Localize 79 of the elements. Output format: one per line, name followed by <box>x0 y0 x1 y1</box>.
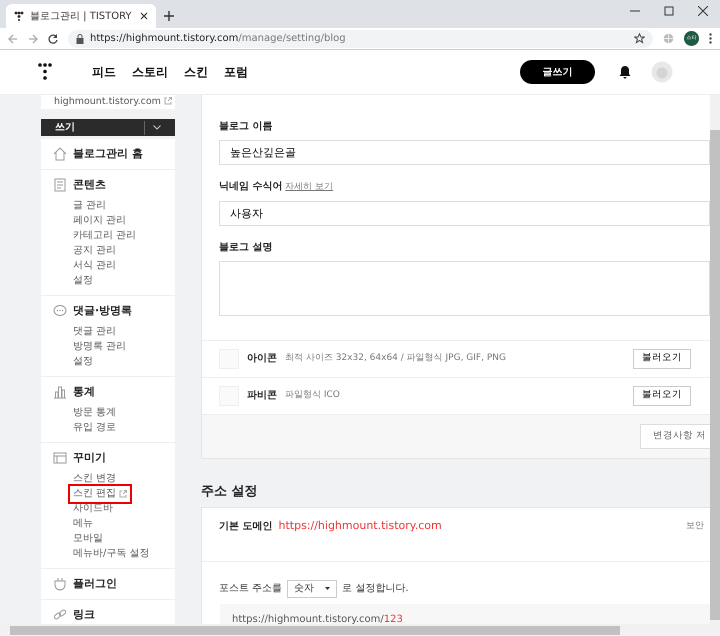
menu-item[interactable]: 댓글 관리 <box>71 325 118 340</box>
upload-hint: 파일형식 ICO <box>285 388 340 402</box>
bell-icon[interactable] <box>619 65 631 79</box>
menu-item[interactable]: 스킨 변경 <box>71 472 118 486</box>
format-select[interactable]: 숫자 <box>287 580 338 598</box>
menu-item[interactable]: 공지 관리 <box>71 244 118 258</box>
link-icon <box>53 608 67 622</box>
nav-link[interactable]: 피드 <box>92 63 116 81</box>
load-button[interactable]: 불러오기 <box>633 348 691 368</box>
post-address-label: 포스트 주소를 <box>219 582 282 596</box>
field-label: 닉네임 수식어 <box>219 181 282 192</box>
text-field[interactable]: 높은산깊은골 <box>219 140 710 165</box>
menu-item[interactable]: 글 관리 <box>71 199 108 214</box>
tab-title: 블로그관리 | TISTORY <box>30 10 133 24</box>
browser-tab[interactable]: 블로그관리 | TISTORY <box>6 4 156 28</box>
logo-icon[interactable] <box>38 63 52 81</box>
text-field[interactable]: 사용자 <box>219 200 710 226</box>
post-address-suffix: 로 설정합니다. <box>342 582 409 596</box>
new-tab-icon[interactable] <box>164 11 174 21</box>
menu-item[interactable]: 카테고리 관리 <box>71 229 138 244</box>
nav-link[interactable]: 스킨 <box>184 63 208 81</box>
example-url: https://highmount.tistory.com/123 <box>220 604 710 624</box>
menu-item[interactable]: 서식 관리 <box>71 259 118 274</box>
menu-item[interactable]: 메뉴바/구독 설정 <box>71 547 152 562</box>
menu-item[interactable]: 페이지 관리 <box>71 214 128 228</box>
plug-icon <box>53 577 67 592</box>
address-bar[interactable]: https://highmount.tistory.com/manage/setting/blog <box>68 30 653 48</box>
horizontal-scrollbar[interactable] <box>0 624 720 636</box>
speech-bubble-icon <box>53 304 67 318</box>
caret-icon <box>153 125 161 130</box>
vertical-scrollbar[interactable] <box>710 95 720 624</box>
menu-section-title[interactable]: 콘텐츠 <box>73 177 106 194</box>
field-label: 기본 도메인 <box>219 520 272 534</box>
upload-hint: 최적 사이즈 32x32, 64x64 / 파일형식 JPG, GIF, PNG <box>285 352 506 365</box>
menu-icon[interactable] <box>709 33 712 44</box>
field-label: 블로그 이름 <box>219 121 272 132</box>
upload-label: 파비콘 <box>247 389 277 403</box>
load-button[interactable]: 불러오기 <box>633 386 691 406</box>
security-text: 보안 <box>686 520 704 532</box>
menu-section-title[interactable]: 댓글·방명록 <box>73 303 132 320</box>
write-dropdown-button[interactable]: 쓰기 <box>41 119 175 136</box>
menu-item[interactable]: 모바일 <box>71 532 105 546</box>
menu-item[interactable]: 설정 <box>71 355 95 370</box>
detail-link[interactable]: 자세히 보기 <box>285 182 334 192</box>
write-button[interactable]: 글쓰기 <box>520 60 595 84</box>
menu-item[interactable]: 방명록 관리 <box>71 340 128 354</box>
layout-icon <box>53 451 67 466</box>
maximize-icon[interactable] <box>664 6 674 16</box>
url-text: https://highmount.tistory.com/manage/setting/blog <box>90 32 347 46</box>
close-icon[interactable] <box>698 6 708 16</box>
external-link-icon <box>119 490 128 498</box>
menu-section-title[interactable]: 플러그인 <box>73 576 117 592</box>
nav-link[interactable]: 스토리 <box>132 63 168 81</box>
menu-item[interactable]: 설정 <box>71 274 95 288</box>
menu-section-title[interactable]: 통계 <box>73 384 95 400</box>
lock-icon <box>76 34 84 44</box>
bar-chart-icon <box>53 385 67 400</box>
menu-section-title[interactable]: 블로그관리 홈 <box>73 146 143 162</box>
menu-item[interactable]: 메뉴 <box>71 517 95 532</box>
home-icon <box>53 147 67 162</box>
menu-section-title[interactable]: 꾸미기 <box>73 450 106 466</box>
reload-icon[interactable] <box>48 34 58 44</box>
save-button[interactable]: 변경사항 저 <box>640 424 710 448</box>
star-icon[interactable] <box>634 33 645 44</box>
document-icon <box>53 178 67 192</box>
menu-item[interactable]: 스킨 편집 <box>71 487 130 502</box>
close-icon[interactable] <box>140 12 148 20</box>
blog-url[interactable]: highmount.tistory.com <box>54 96 161 107</box>
section-title: 주소 설정 <box>201 482 259 500</box>
caret-icon <box>325 587 330 590</box>
upload-label: 아이콘 <box>247 352 277 366</box>
logo-icon <box>14 11 24 21</box>
menu-item[interactable]: 방문 통계 <box>71 406 118 420</box>
domain-link[interactable]: https://highmount.tistory.com <box>278 518 442 534</box>
menu-item[interactable]: 사이드바 <box>71 502 115 516</box>
nav-link[interactable]: 포럼 <box>224 63 248 81</box>
menu-section-title[interactable]: 링크 <box>73 607 95 624</box>
field-label: 블로그 설명 <box>219 242 272 252</box>
menu-item[interactable]: 유입 경로 <box>71 421 118 436</box>
